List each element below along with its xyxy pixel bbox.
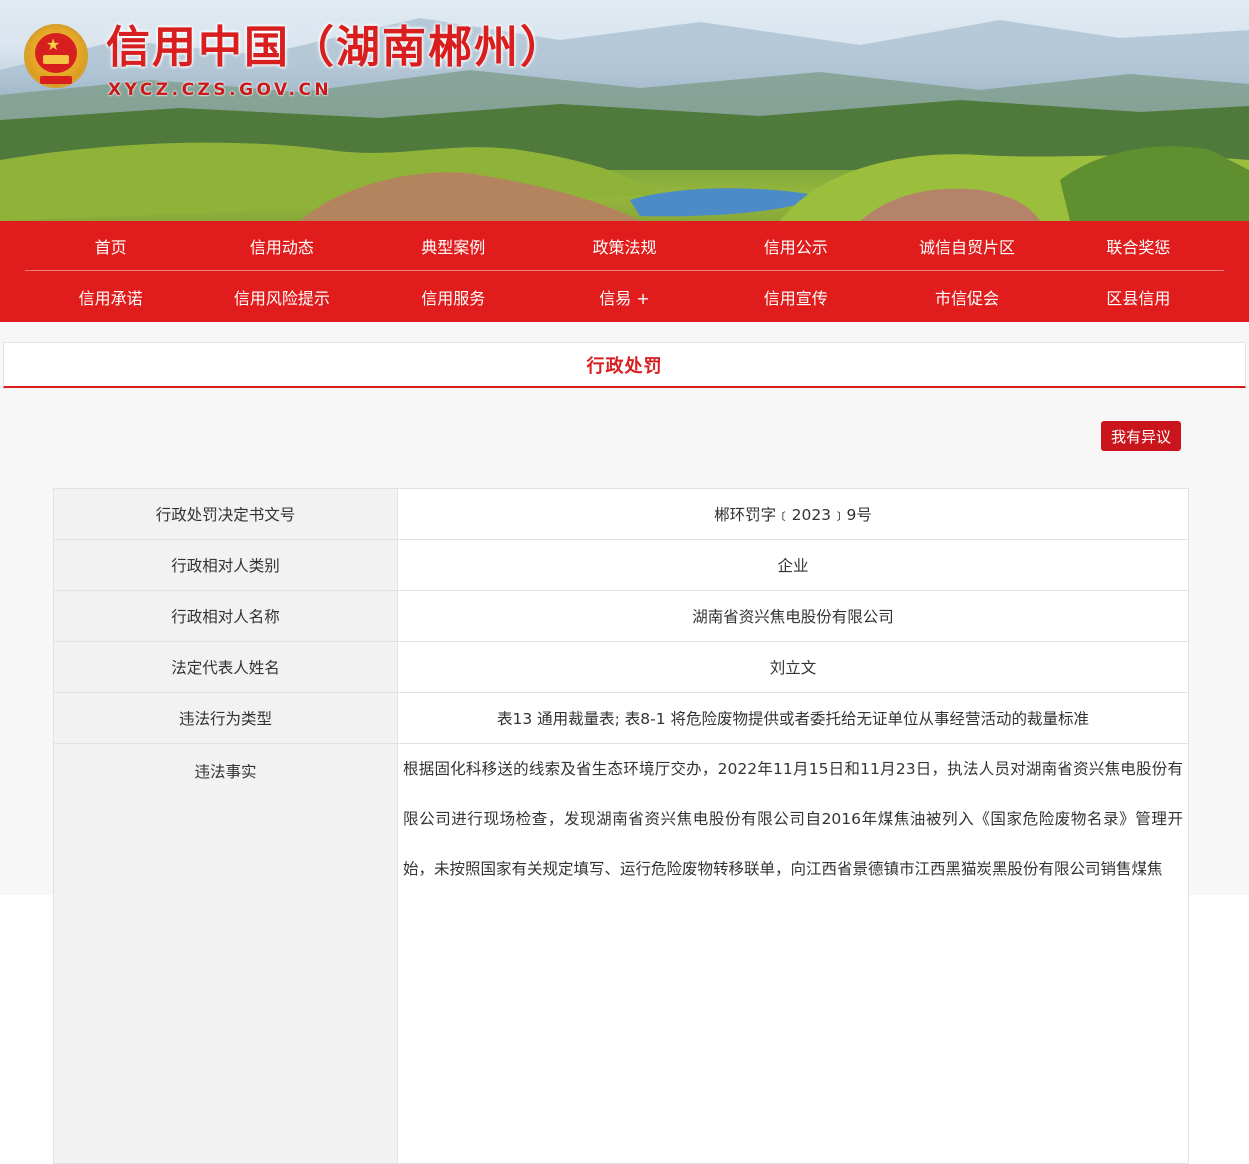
table-row: 法定代表人姓名 刘立文 <box>53 641 1189 693</box>
site-title[interactable]: 信用中国（湖南郴州） <box>106 20 566 76</box>
table-row: 行政相对人类别 企业 <box>53 539 1189 591</box>
nav-item-city-association[interactable]: 市信促会 <box>881 272 1052 322</box>
row-label-legal-rep: 法定代表人姓名 <box>53 641 398 693</box>
row-value-party-name: 湖南省资兴焦电股份有限公司 <box>397 590 1189 642</box>
row-value-legal-rep: 刘立文 <box>397 641 1189 693</box>
row-value-violation-type: 表13 通用裁量表; 表8-1 将危险废物提供或者委托给无证单位从事经营活动的裁… <box>397 692 1189 744</box>
penalty-detail-table: 行政处罚决定书文号 郴环罚字﹝2023﹞9号 行政相对人类别 企业 行政相对人名… <box>53 488 1189 1164</box>
row-value-decision-number: 郴环罚字﹝2023﹞9号 <box>397 488 1189 540</box>
row-label-decision-number: 行政处罚决定书文号 <box>53 488 398 540</box>
table-row: 违法行为类型 表13 通用裁量表; 表8-1 将危险废物提供或者委托给无证单位从… <box>53 692 1189 744</box>
nav-row-2: 信用承诺 信用风险提示 信用服务 信易 + 信用宣传 市信促会 区县信用 <box>25 272 1224 322</box>
row-label-violation-facts: 违法事实 <box>53 743 398 1164</box>
nav-item-credit-publicity[interactable]: 信用公示 <box>710 221 881 270</box>
national-emblem-icon: ★ <box>24 24 88 88</box>
nav-item-county-credit[interactable]: 区县信用 <box>1053 272 1224 322</box>
header-banner: ★ 信用中国（湖南郴州） XYCZ.CZS.GOV.CN <box>0 0 1249 221</box>
nav-item-credit-commitment[interactable]: 信用承诺 <box>25 272 196 322</box>
table-row: 违法事实 根据固化科移送的线索及省生态环境厅交办，2022年11月15日和11月… <box>53 743 1189 1164</box>
row-label-party-type: 行政相对人类别 <box>53 539 398 591</box>
nav-item-credit-service[interactable]: 信用服务 <box>368 272 539 322</box>
section-header: 行政处罚 <box>3 342 1246 388</box>
nav-item-typical-cases[interactable]: 典型案例 <box>368 221 539 270</box>
main-nav: 首页 信用动态 典型案例 政策法规 信用公示 诚信自贸片区 联合奖惩 信用承诺 … <box>0 221 1249 322</box>
section-title: 行政处罚 <box>586 355 663 377</box>
nav-item-xinyi-plus[interactable]: 信易 + <box>539 272 710 322</box>
table-row: 行政处罚决定书文号 郴环罚字﹝2023﹞9号 <box>53 488 1189 540</box>
nav-item-free-trade-zone[interactable]: 诚信自贸片区 <box>881 221 1052 270</box>
row-value-violation-facts: 根据固化科移送的线索及省生态环境厅交办，2022年11月15日和11月23日，执… <box>397 743 1189 1164</box>
row-value-party-type: 企业 <box>397 539 1189 591</box>
objection-button[interactable]: 我有异议 <box>1101 421 1181 451</box>
nav-item-policies[interactable]: 政策法规 <box>539 221 710 270</box>
nav-item-credit-news[interactable]: 信用动态 <box>196 221 367 270</box>
content-section: 行政处罚 我有异议 行政处罚决定书文号 郴环罚字﹝2023﹞9号 行政相对人类别… <box>0 322 1249 1164</box>
nav-item-credit-promotion[interactable]: 信用宣传 <box>710 272 881 322</box>
row-label-party-name: 行政相对人名称 <box>53 590 398 642</box>
nav-item-joint-rewards[interactable]: 联合奖惩 <box>1053 221 1224 270</box>
nav-row-1: 首页 信用动态 典型案例 政策法规 信用公示 诚信自贸片区 联合奖惩 <box>25 221 1224 271</box>
row-label-violation-type: 违法行为类型 <box>53 692 398 744</box>
nav-item-credit-risk[interactable]: 信用风险提示 <box>196 272 367 322</box>
site-url[interactable]: XYCZ.CZS.GOV.CN <box>108 80 332 100</box>
table-row: 行政相对人名称 湖南省资兴焦电股份有限公司 <box>53 590 1189 642</box>
nav-item-home[interactable]: 首页 <box>25 221 196 270</box>
